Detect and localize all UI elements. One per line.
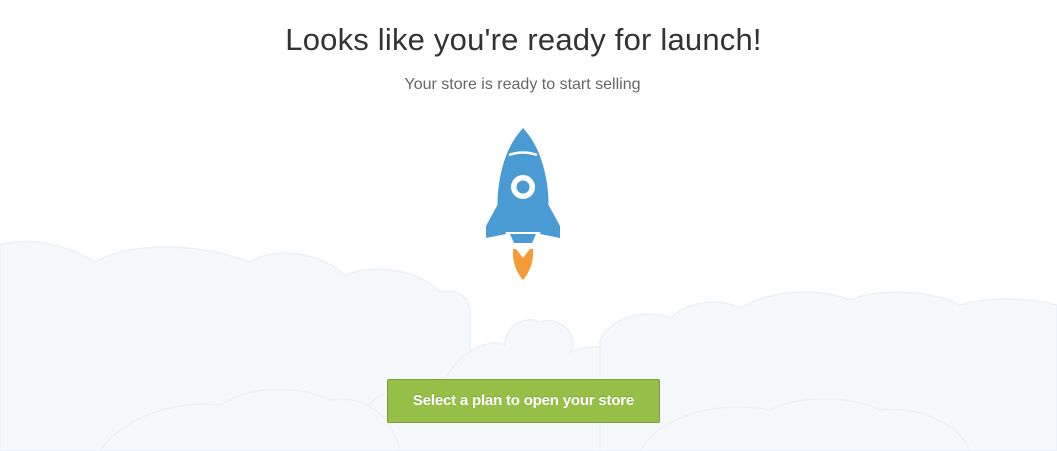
page-subtitle: Your store is ready to start selling xyxy=(404,76,641,93)
rocket-flame xyxy=(512,249,534,280)
launch-panel: Looks like you're ready for launch! Your… xyxy=(0,0,1057,451)
select-plan-button[interactable]: Select a plan to open your store xyxy=(387,379,660,423)
rocket-icon xyxy=(486,128,560,280)
rocket-nozzle xyxy=(510,234,536,243)
page-title: Looks like you're ready for launch! xyxy=(285,22,762,57)
